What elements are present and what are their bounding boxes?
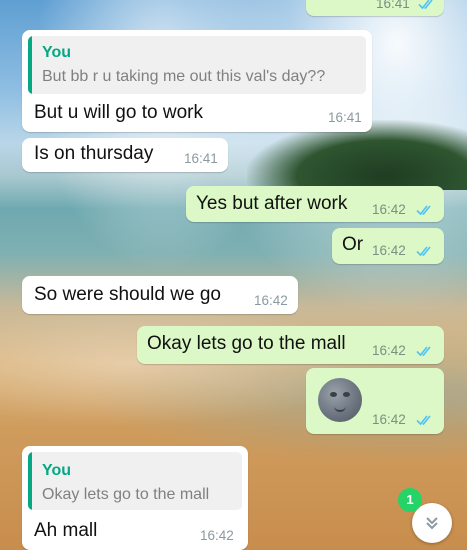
quote-text: Okay lets go to the mall: [42, 486, 210, 503]
message-text: Okay lets go to the mall: [147, 333, 346, 354]
quote-author: You: [42, 44, 72, 61]
message-bubble-incoming[interactable]: You Okay lets go to the mall Ah mall 16:…: [22, 446, 248, 550]
message-text: Ah mall: [34, 520, 98, 541]
message-bubble-outgoing[interactable]: Or 16:42: [332, 228, 444, 264]
message-text: So were should we go: [34, 284, 221, 305]
message-text: Yes but after work: [196, 193, 348, 214]
message-bubble-incoming[interactable]: So were should we go 16:42: [22, 276, 298, 314]
message-bubble-incoming[interactable]: Is on thursday 16:41: [22, 138, 228, 172]
message-text: Or: [342, 234, 364, 255]
message-bubble-incoming[interactable]: You But bb r u taking me out this val's …: [22, 30, 372, 132]
message-time: 16:42: [372, 412, 406, 427]
message-time: 16:42: [372, 343, 406, 358]
unread-count-badge: 1: [398, 488, 422, 512]
message-time: 16:41: [184, 151, 218, 166]
message-bubble-outgoing[interactable]: Yes but after work 16:42: [186, 186, 444, 222]
message-time: 16:41: [328, 110, 362, 125]
read-ticks-icon: [416, 205, 431, 216]
double-chevron-down-icon: [426, 517, 438, 530]
message-bubble-outgoing-emoji[interactable]: 16:42: [306, 368, 444, 434]
quote-author: You: [42, 462, 72, 479]
new-moon-face-icon: [318, 378, 362, 422]
read-ticks-icon: [418, 0, 433, 10]
message-time: 16:42: [372, 202, 406, 217]
message-text: Is on thursday: [34, 143, 154, 164]
message-text: But u will go to work: [34, 102, 203, 123]
read-ticks-icon: [416, 246, 431, 257]
message-bubble-outgoing[interactable]: Okay lets go to the mall 16:42: [137, 326, 444, 364]
reply-quote[interactable]: You But bb r u taking me out this val's …: [28, 36, 366, 94]
quote-accent-bar: [28, 36, 32, 94]
read-ticks-icon: [416, 415, 431, 426]
quote-text: But bb r u taking me out this val's day?…: [42, 68, 326, 85]
message-time: 16:41: [376, 0, 410, 11]
message-time: 16:42: [200, 528, 234, 543]
scroll-to-bottom-button[interactable]: [412, 503, 452, 543]
message-time: 16:42: [254, 293, 288, 308]
message-time: 16:42: [372, 243, 406, 258]
read-ticks-icon: [416, 346, 431, 357]
message-bubble-outgoing-partial[interactable]: 16:41: [306, 0, 444, 16]
reply-quote[interactable]: You Okay lets go to the mall: [28, 452, 242, 510]
quote-accent-bar: [28, 452, 32, 510]
